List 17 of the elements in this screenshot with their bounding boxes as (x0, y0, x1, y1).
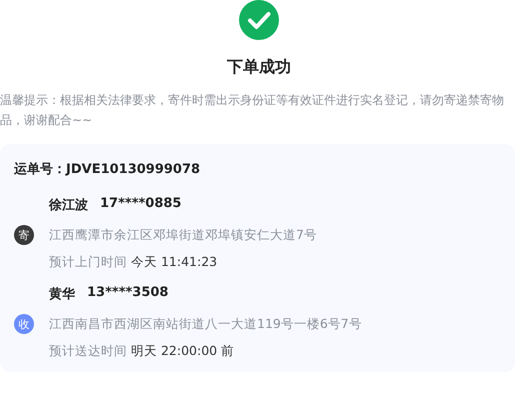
time-value: 今天 11:41:23 (131, 254, 218, 271)
waybill-number: JDVE10130999078 (66, 162, 200, 177)
party-badge: 收 (14, 314, 34, 334)
address-text: 江西鹰潭市余江区邓埠街道邓埠镇安仁大道7号 (49, 226, 317, 244)
notice-text: 温馨提示：根据相关法律要求，寄件时需出示身份证等有效证件进行实名登记，请勿寄递禁寄物品，谢谢配合~~ (0, 92, 505, 129)
time-value: 明天 22:00:00 前 (131, 343, 234, 360)
page-title: 下单成功 (227, 57, 291, 78)
contact-name: 黄华 (49, 286, 75, 303)
party-badge: 寄 (14, 225, 34, 245)
time-label: 预计上门时间 (49, 254, 127, 271)
address-text: 江西南昌市西湖区南站街道八一大道119号一楼6号7号 (49, 316, 362, 332)
contact-phone: 13****3508 (87, 285, 168, 302)
waybill-label: 运单号： (14, 162, 66, 177)
time-label: 预计送达时间 (49, 343, 127, 360)
contact-phone: 17****0885 (100, 196, 182, 213)
success-check-icon (239, 0, 279, 40)
contact-name: 徐江波 (49, 197, 88, 214)
